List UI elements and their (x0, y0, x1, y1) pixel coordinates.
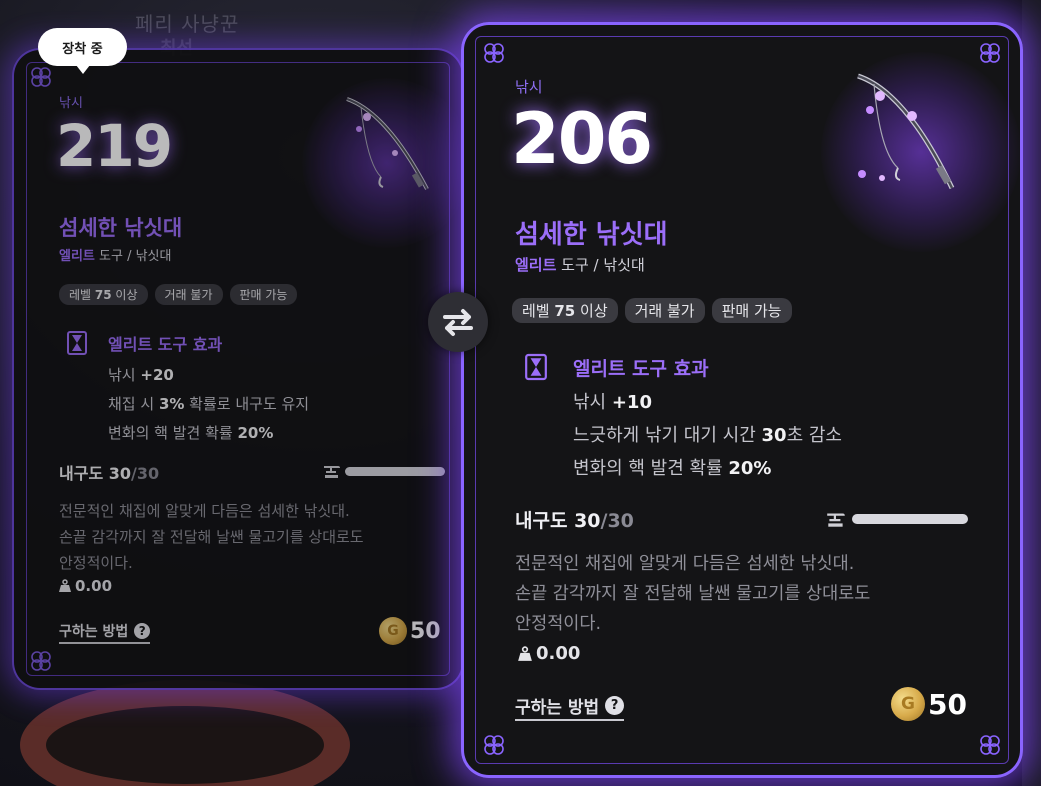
background-title: 페리 사냥꾼 (135, 12, 240, 36)
item-name: 섬세한 낚싯대 (515, 220, 668, 250)
item-tags: 레벨 75 이상 거래 불가 판매 가능 (59, 284, 298, 305)
item-weight: 0.00 (59, 577, 112, 595)
equipped-badge: 장착 중 (38, 28, 127, 74)
effect-line: 낚시 +10 (573, 392, 652, 413)
tag-untradable: 거래 불가 (154, 284, 223, 305)
effect-title: 엘리트 도구 효과 (108, 335, 223, 354)
gold-coin-icon: G (891, 687, 925, 721)
item-power: 219 (56, 112, 173, 180)
ornament-corner-icon (481, 732, 507, 758)
item-tags: 레벨 75 이상 거래 불가 판매 가능 (512, 298, 792, 323)
effect-title: 엘리트 도구 효과 (573, 358, 709, 380)
item-weight: 0.00 (518, 643, 580, 664)
durability-bar (345, 467, 445, 476)
effect-line: 변화의 핵 발견 확률 20% (108, 424, 274, 442)
ornament-corner-icon (977, 732, 1003, 758)
hourglass-card-icon (67, 331, 87, 355)
swap-arrows-icon (443, 309, 473, 336)
item-power: 206 (511, 98, 653, 180)
tag-level: 레벨 75 이상 (59, 284, 148, 305)
effect-list: 낚시 +20 채집 시 3% 확률로 내구도 유지 변화의 핵 발견 확률 20… (108, 361, 309, 448)
anvil-icon (324, 466, 340, 478)
swap-compare-button[interactable] (428, 292, 488, 352)
how-to-obtain-link[interactable]: 구하는 방법 ? (515, 693, 625, 721)
ornament-corner-icon (28, 64, 54, 90)
item-description: 전문적인 채집에 알맞게 다듬은 섬세한 낚싯대. 손끝 감각까지 잘 전달해 … (515, 554, 871, 634)
effect-line: 낚시 +20 (108, 366, 174, 384)
item-price: G 50 (891, 687, 967, 721)
item-type: 엘리트 도구 / 낚싯대 (515, 256, 645, 274)
tag-sellable: 판매 가능 (711, 298, 792, 323)
anvil-icon (827, 513, 845, 527)
item-grade: 엘리트 (59, 249, 95, 264)
ornament-corner-icon (28, 648, 54, 674)
effect-line: 채집 시 3% 확률로 내구도 유지 (108, 395, 310, 413)
durability-label: 내구도 30/30 (515, 510, 634, 532)
durability-label: 내구도 30/30 (59, 464, 160, 483)
compare-item-card: 낚시 206 섬세한 낚싯대 엘리트 도구 / 낚싯대 레벨 75 이상 거래 … (461, 22, 1023, 778)
item-type: 엘리트 도구 / 낚싯대 (59, 249, 172, 264)
fishing-rod-icon (346, 97, 429, 190)
background-panel-edge (1022, 0, 1041, 786)
item-price: G 50 (379, 617, 441, 645)
weight-icon (59, 579, 71, 592)
tag-sellable: 판매 가능 (229, 284, 298, 305)
how-to-obtain-link[interactable]: 구하는 방법 ? (59, 621, 151, 644)
equipped-item-card: 낚시 219 섬세한 낚싯대 엘리트 도구 / 낚싯대 레벨 75 이상 거래 … (12, 48, 472, 690)
durability-bar (852, 514, 968, 524)
ornament-corner-icon (481, 40, 507, 66)
gold-coin-icon: G (379, 617, 407, 645)
hourglass-card-icon (525, 353, 547, 381)
weight-icon (518, 645, 532, 661)
ornament-corner-icon (977, 40, 1003, 66)
fishing-rod-icon (857, 73, 955, 190)
item-name: 섬세한 낚싯대 (59, 216, 183, 240)
item-category: 낚시 (59, 96, 83, 111)
effect-list: 낚시 +10 느긋하게 낚기 대기 시간 30초 감소 변화의 핵 발견 확률 … (573, 386, 842, 485)
effect-line: 느긋하게 낚기 대기 시간 30초 감소 (573, 425, 842, 446)
effect-line: 변화의 핵 발견 확률 20% (573, 458, 772, 479)
question-circle-icon: ? (134, 623, 151, 639)
item-grade: 엘리트 (515, 256, 557, 274)
background-ring (20, 680, 350, 786)
tag-level: 레벨 75 이상 (512, 298, 618, 323)
item-description: 전문적인 채집에 알맞게 다듬은 섬세한 낚싯대. 손끝 감각까지 잘 전달해 … (59, 502, 364, 572)
question-circle-icon: ? (605, 696, 625, 715)
item-category: 낚시 (515, 78, 543, 96)
tag-untradable: 거래 불가 (624, 298, 705, 323)
